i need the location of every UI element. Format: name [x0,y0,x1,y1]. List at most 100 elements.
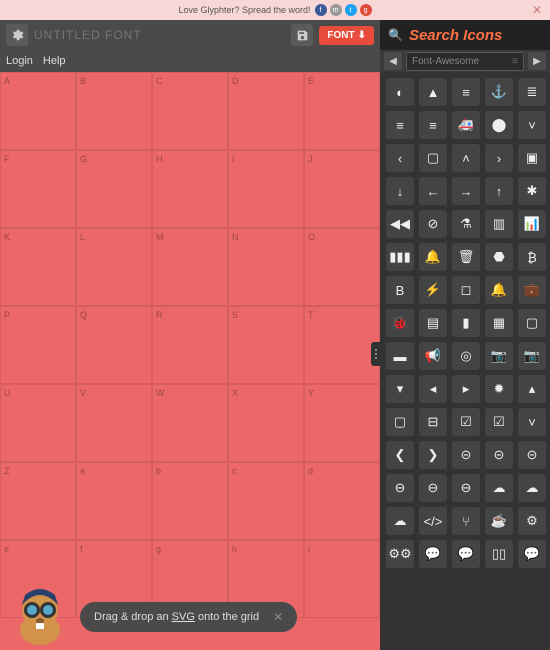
bar-chart-icon[interactable]: ▥ [485,210,513,238]
angle-up-icon[interactable]: ˄ [452,144,480,172]
bullhorn-icon[interactable]: 📢 [419,342,447,370]
gplus-icon[interactable]: g [360,4,372,16]
columns-icon[interactable]: ▯▯ [485,540,513,568]
angle-right-icon[interactable]: › [485,144,513,172]
check-square-icon[interactable]: ☑ [452,408,480,436]
grid-cell[interactable]: S [228,306,304,384]
check-square-o-icon[interactable]: ☑ [485,408,513,436]
facebook-icon[interactable]: f [315,4,327,16]
apple-icon[interactable]: ▢ [419,144,447,172]
login-link[interactable]: Login [6,55,33,67]
barcode-icon[interactable]: ▮▮▮ [386,243,414,271]
grid-cell[interactable]: J [304,150,380,228]
certificate-icon[interactable]: ✹ [485,375,513,403]
grid-cell[interactable]: H [152,150,228,228]
android-icon[interactable]: ⬤ [485,111,513,139]
adn-icon[interactable]: ▲ [419,78,447,106]
grid-cell[interactable]: N [228,228,304,306]
angle-left-icon[interactable]: ‹ [386,144,414,172]
iconset-select[interactable]: Font-Awesome ≡ [406,52,524,71]
grid-cell[interactable]: V [76,384,152,462]
share-icon[interactable]: m [330,4,342,16]
download-font-button[interactable]: FONT ⬇ [319,26,374,45]
grid-cell[interactable]: T [304,306,380,384]
chevron-circle-right-icon[interactable]: ⊝ [518,441,546,469]
caret-up-icon[interactable]: ▴ [518,375,546,403]
coffee-icon[interactable]: ☕ [485,507,513,535]
square-o-icon[interactable]: ▢ [386,408,414,436]
panel-drag-handle[interactable] [371,342,381,366]
bell-icon[interactable]: 🔔 [485,276,513,304]
font-title-input[interactable] [34,28,144,42]
comments-o-icon[interactable]: 💬 [452,540,480,568]
grid-cell[interactable]: D [228,72,304,150]
book-icon[interactable]: ▤ [419,309,447,337]
align-left-icon[interactable]: ≡ [386,111,414,139]
btc-icon[interactable]: ₿ [518,243,546,271]
grid-cell[interactable]: Q [76,306,152,384]
grid-cell[interactable]: P [0,306,76,384]
comment-o-icon[interactable]: 💬 [419,540,447,568]
close-tooltip-icon[interactable]: ✕ [273,610,283,624]
cloud-upload-icon[interactable]: ☁ [518,474,546,502]
grid-cell[interactable]: B [76,72,152,150]
briefcase-icon[interactable]: 💼 [518,276,546,304]
bug-icon[interactable]: 🐞 [386,309,414,337]
next-iconset-button[interactable]: ▶ [528,52,546,70]
grid-cell[interactable]: O [304,228,380,306]
grid-cell[interactable]: Y [304,384,380,462]
grid-cell[interactable]: G [76,150,152,228]
camera-retro-icon[interactable]: 📷 [485,342,513,370]
grid-cell[interactable]: R [152,306,228,384]
arrow-right-icon[interactable]: → [452,177,480,205]
grid-cell[interactable]: E [304,72,380,150]
search-icon[interactable]: 🔍 [388,28,403,42]
grid-cell[interactable]: X [228,384,304,462]
adjust-icon[interactable]: ◐ [386,78,414,106]
glyph-grid[interactable]: ABCDEFGHIJKLMNOPQRSTUVWXYZabcdefghi Drag… [0,72,380,650]
arrow-left-icon[interactable]: ← [419,177,447,205]
calendar-icon[interactable]: ▦ [485,309,513,337]
grid-cell[interactable]: A [0,72,76,150]
twitter-icon[interactable]: t [345,4,357,16]
minus-square-o-icon[interactable]: ⊟ [419,408,447,436]
close-banner-icon[interactable]: ✕ [532,3,542,17]
cloud-download-icon[interactable]: ☁ [485,474,513,502]
ambulance-icon[interactable]: 🚑 [452,111,480,139]
circle-right-icon[interactable]: ⊖ [452,474,480,502]
grid-cell[interactable]: Z [0,462,76,540]
grid-cell[interactable]: b [152,462,228,540]
grid-cell[interactable]: C [152,72,228,150]
cog-icon[interactable]: ⚙ [518,507,546,535]
circle-down-icon[interactable]: ⊖ [386,474,414,502]
bullseye-icon[interactable]: ◎ [452,342,480,370]
grid-cell[interactable]: i [304,540,380,618]
asterisk-icon[interactable]: ✱ [518,177,546,205]
grid-cell[interactable]: W [152,384,228,462]
bell-o-icon[interactable]: 🔔 [419,243,447,271]
bold-icon[interactable]: B [386,276,414,304]
building-icon[interactable]: ▬ [386,342,414,370]
arrow-down-icon[interactable]: ↓ [386,177,414,205]
align-center-icon[interactable]: ≡ [452,78,480,106]
caret-down-icon[interactable]: ▾ [386,375,414,403]
bookmark-icon[interactable]: ▮ [452,309,480,337]
code-icon[interactable]: </> [419,507,447,535]
backward-icon[interactable]: ◀◀ [386,210,414,238]
prev-iconset-button[interactable]: ◀ [384,52,402,70]
grid-cell[interactable]: a [76,462,152,540]
flask-icon[interactable]: ⚗ [452,210,480,238]
anchor-icon[interactable]: ⚓ [485,78,513,106]
grid-cell[interactable]: U [0,384,76,462]
camera-icon[interactable]: 📷 [518,342,546,370]
help-link[interactable]: Help [43,55,66,67]
cogs-icon[interactable]: ⚙⚙ [386,540,414,568]
chevron-right-icon[interactable]: ❯ [419,441,447,469]
grid-cell[interactable]: M [152,228,228,306]
save-button[interactable] [291,24,313,46]
bar-chart-o-icon[interactable]: 📊 [518,210,546,238]
circle-left-icon[interactable]: ⊖ [419,474,447,502]
grid-cell[interactable]: d [304,462,380,540]
chevron-down-icon[interactable]: ˅ [518,408,546,436]
grid-cell[interactable]: L [76,228,152,306]
